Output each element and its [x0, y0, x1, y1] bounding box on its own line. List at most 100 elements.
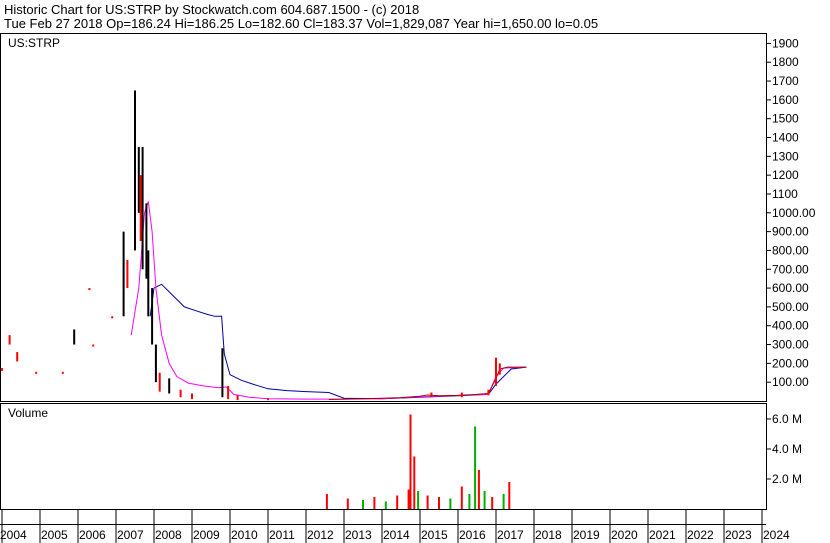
price-y-axis: 100.00 200.00 300.00 400.00 500.00 600.00 700.…: [767, 36, 816, 389]
price-bar: [1, 368, 3, 371]
volume-bar: [438, 497, 440, 509]
price-bar: [487, 389, 490, 396]
year-label: 2005: [41, 528, 68, 542]
price-tick-label: 1400: [772, 131, 799, 145]
volume-bar: [407, 489, 410, 509]
price-panel: [0, 33, 767, 402]
price-tick-label: 1300: [772, 149, 799, 163]
year-label: 2016: [459, 528, 486, 542]
price-tick-label: 500.00: [772, 300, 809, 314]
year-label: 2007: [117, 528, 144, 542]
volume-bar: [325, 494, 328, 509]
price-tick-label: 200.00: [772, 356, 809, 370]
price-tick-label: 300.00: [772, 338, 809, 352]
price-bar: [191, 393, 193, 400]
price-tick-label: 700.00: [772, 262, 809, 276]
volume-bar: [426, 495, 429, 509]
year-label: 2012: [307, 528, 334, 542]
price-bar: [16, 352, 19, 362]
volume-bar: [477, 470, 480, 509]
volume-bar: [460, 486, 463, 509]
volume-bar: [384, 501, 387, 509]
year-label: 2020: [611, 528, 638, 542]
header-line-1: Historic Chart for US:STRP by Stockwatch…: [4, 2, 419, 17]
price-tick-label: 1700: [772, 74, 799, 88]
volume-bar: [508, 482, 511, 509]
volume-label: Volume: [8, 406, 48, 420]
price-tick-label: 1000.00: [772, 206, 816, 220]
volume-tick-label: 2.0 M: [772, 472, 802, 486]
year-label: 2004: [0, 528, 27, 542]
price-bar: [495, 357, 497, 386]
year-label: 2017: [497, 528, 524, 542]
year-label: 2015: [421, 528, 448, 542]
year-label: 2018: [535, 528, 562, 542]
price-bar: [139, 175, 142, 242]
price-bar: [141, 146, 144, 270]
stock-chart: Historic Chart for US:STRP by Stockwatch…: [0, 2, 816, 543]
price-bar: [8, 335, 11, 345]
price-bar: [221, 348, 224, 398]
price-bar: [460, 392, 463, 398]
price-tick-label: 900.00: [772, 225, 809, 239]
volume-y-axis: 2.0 M 4.0 M 6.0 M: [767, 412, 802, 486]
price-bar: [126, 259, 129, 289]
price-bar: [154, 344, 157, 383]
price-tick-label: 800.00: [772, 243, 809, 257]
volume-panel: [0, 403, 767, 510]
price-bar: [430, 392, 433, 398]
volume-tick-label: 6.0 M: [772, 412, 802, 426]
year-label: 2022: [687, 528, 714, 542]
price-tick-label: 1100: [772, 187, 798, 201]
volume-bar: [409, 414, 412, 509]
price-tick-label: 1500: [772, 112, 799, 126]
price-bar: [92, 344, 95, 347]
price-bar: [151, 288, 154, 345]
price-tick-label: 400.00: [772, 319, 809, 333]
price-bar: [179, 389, 182, 398]
year-label: 2011: [269, 528, 295, 542]
year-label: 2009: [193, 528, 220, 542]
year-label: 2019: [573, 528, 600, 542]
price-bar: [73, 329, 76, 345]
year-label: 2010: [231, 528, 258, 542]
volume-bar: [413, 456, 416, 509]
price-tick-label: 1200: [772, 168, 799, 182]
volume-bar: [474, 426, 477, 509]
price-bar: [267, 398, 269, 401]
year-label: 2006: [79, 528, 106, 542]
price-bar: [158, 372, 161, 392]
volume-bar: [373, 497, 376, 509]
year-label: 2021: [649, 528, 676, 542]
volume-tick-label: 4.0 M: [772, 442, 802, 456]
volume-bar: [417, 491, 420, 509]
price-bar: [134, 90, 136, 251]
price-tick-label: 1600: [772, 93, 799, 107]
volume-bar: [362, 500, 364, 509]
symbol-label: US:STRP: [8, 36, 60, 50]
price-tick-label: 600.00: [772, 281, 809, 295]
volume-bar: [491, 497, 494, 509]
price-tick-label: 100.00: [772, 375, 809, 389]
price-bar: [35, 371, 38, 374]
year-label: 2024: [763, 528, 790, 542]
price-bar: [227, 385, 230, 400]
price-tick-label: 1800: [772, 55, 799, 69]
x-axis: 2004 2005 2006 2007 2008 2009 2010 2011 2012 2013…: [0, 510, 790, 543]
price-bar: [88, 288, 91, 291]
volume-bar: [346, 498, 349, 509]
year-label: 2023: [725, 528, 752, 542]
header-line-2: Tue Feb 27 2018 Op=186.24 Hi=186.25 Lo=1…: [4, 16, 598, 31]
year-label: 2014: [383, 528, 410, 542]
volume-bar: [396, 495, 399, 509]
price-bar: [168, 378, 171, 394]
year-label: 2008: [155, 528, 182, 542]
price-bar: [137, 146, 140, 213]
price-bar: [498, 363, 501, 375]
volume-bar: [468, 494, 471, 509]
price-bar: [111, 316, 114, 319]
price-bar: [145, 203, 148, 279]
price-bar: [122, 231, 125, 317]
volume-bar: [483, 491, 486, 509]
price-bar: [236, 395, 239, 401]
